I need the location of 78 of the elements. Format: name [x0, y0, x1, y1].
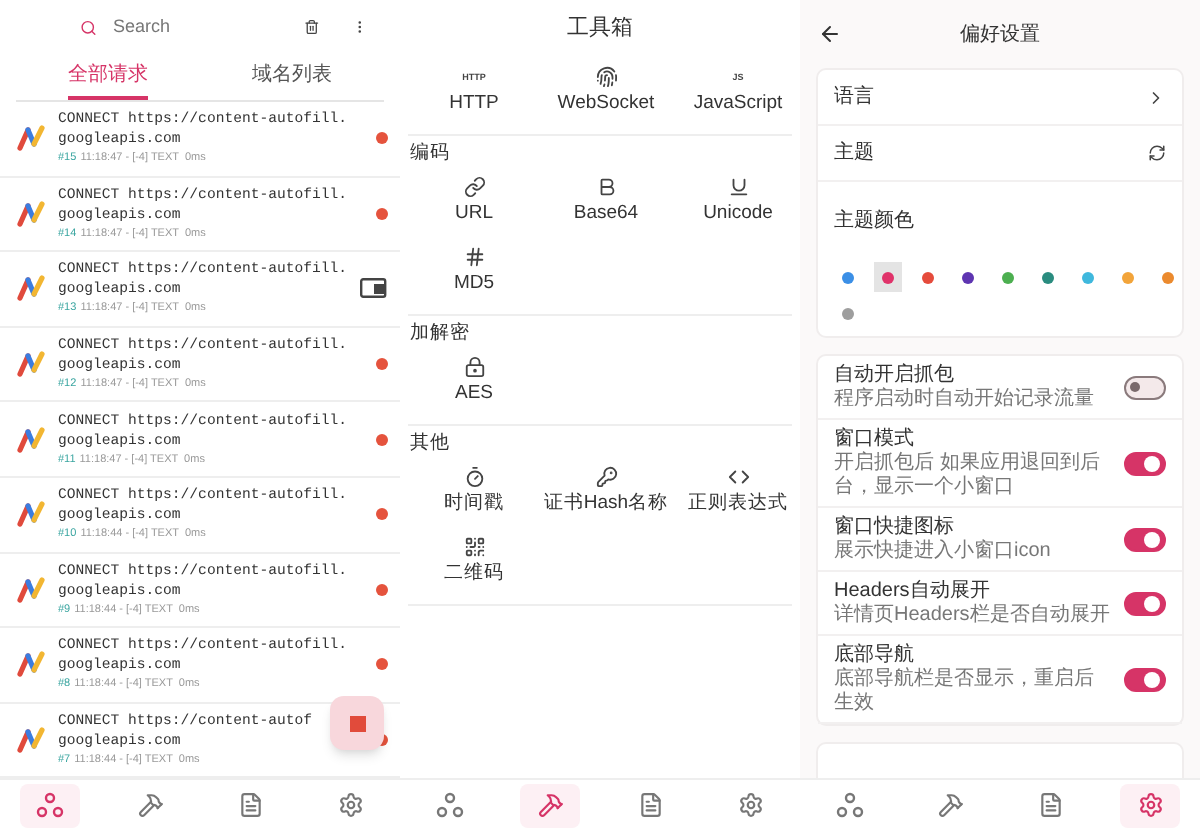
timer-icon [463, 466, 485, 488]
tool-button[interactable]: WebSocket [540, 56, 672, 126]
stop-button[interactable] [330, 696, 384, 750]
tool-button[interactable]: Base64 [540, 166, 672, 236]
settings-icon [337, 792, 363, 818]
setting-row[interactable]: 主题 [818, 126, 1182, 182]
setting-title: 底部导航 [834, 642, 916, 667]
setting-description: 程序启动时自动开始记录流量 [834, 388, 1096, 412]
hammer-icon [537, 792, 563, 818]
setting-row[interactable]: 语言 [818, 70, 1182, 126]
hammer-icon [137, 792, 163, 818]
stop-icon [349, 715, 365, 731]
search-icon[interactable] [80, 15, 97, 39]
back-icon[interactable] [818, 22, 842, 46]
tab[interactable]: 域名列表 [200, 54, 384, 100]
section-heading: 其他 [408, 430, 452, 456]
document-icon [237, 792, 263, 818]
toggle-switch[interactable] [1124, 591, 1166, 615]
code-icon [727, 466, 749, 488]
network-icon [836, 792, 864, 818]
app-logo-icon [16, 350, 48, 379]
settings-icon [1137, 792, 1163, 818]
network-icon [36, 792, 64, 818]
trash-icon[interactable] [304, 16, 321, 38]
nav-tab[interactable] [20, 783, 80, 827]
section-heading: 编码 [408, 140, 452, 166]
toggle-switch[interactable] [1124, 527, 1166, 551]
qr-code-icon [463, 536, 485, 558]
app-logo-icon [16, 650, 48, 679]
setting-title: 窗口模式 [834, 426, 916, 451]
setting-description: 详情页Headers栏是否自动展开 [834, 604, 1112, 628]
refresh-icon [1148, 144, 1166, 162]
nav-tab[interactable] [520, 783, 580, 827]
page-title: 偏好设置 [960, 21, 1040, 49]
lock-icon [463, 356, 485, 378]
search-field[interactable]: Search [112, 13, 273, 41]
color-swatch[interactable] [874, 262, 902, 292]
window-icon[interactable] [360, 278, 388, 299]
bold-icon [595, 176, 617, 198]
document-icon [1037, 792, 1063, 818]
document-icon [637, 792, 663, 818]
setting-title: Headers自动展开 [834, 578, 992, 603]
app-logo-icon [16, 726, 48, 755]
app-logo-icon [16, 199, 48, 228]
hash-icon [463, 246, 485, 268]
toggle-switch[interactable] [1124, 451, 1166, 475]
link-icon [463, 176, 485, 198]
setting-description: 展示快捷进入小窗口icon [834, 540, 1053, 564]
setting-description: 底部导航栏是否显示，重启后生效 [834, 668, 1096, 716]
tab[interactable]: 全部请求 [16, 54, 200, 100]
tool-button[interactable]: MD5 [408, 236, 540, 306]
tool-button[interactable]: 二维码 [408, 526, 540, 596]
key-icon [595, 466, 617, 488]
setting-label: 主题颜色 [834, 210, 914, 232]
tool-button[interactable]: URL [408, 166, 540, 236]
setting-title: 自动开启抓包 [834, 362, 956, 387]
toggle-switch[interactable] [1124, 667, 1166, 691]
network-icon [436, 792, 464, 818]
fingerprint-icon [595, 66, 617, 88]
tool-button[interactable]: 证书Hash名称 [540, 456, 672, 526]
settings-icon [737, 792, 763, 818]
setting-title: 窗口快捷图标 [834, 514, 956, 539]
toggle-switch[interactable] [1124, 375, 1166, 399]
app-logo-icon [16, 575, 48, 604]
underline-icon [727, 176, 749, 198]
page-title: 工具箱 [567, 13, 633, 44]
app-logo-icon [16, 274, 48, 303]
nav-tab[interactable] [1120, 783, 1180, 827]
app-logo-icon [16, 124, 48, 153]
tool-button[interactable]: 正则表达式 [672, 456, 800, 526]
setting-description: 开启抓包后 如果应用退回到后台，显示一个小窗口 [834, 452, 1102, 500]
hammer-icon [937, 792, 963, 818]
tool-button[interactable]: 时间戳 [408, 456, 540, 526]
section-heading: 加解密 [408, 320, 472, 346]
tool-button[interactable]: AES [408, 346, 540, 416]
app-logo-icon [16, 500, 48, 529]
app-logo-icon [16, 425, 48, 454]
tool-button[interactable]: Unicode [672, 166, 800, 236]
